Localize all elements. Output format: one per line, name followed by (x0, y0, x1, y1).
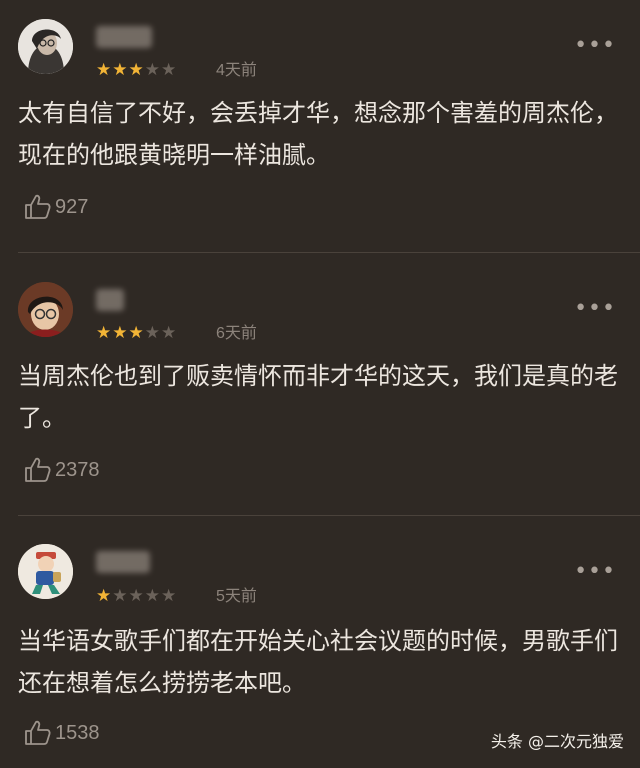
like-button[interactable]: 2378 (24, 457, 100, 483)
watermark: 头条 @二次元独爱 (490, 732, 624, 751)
like-count: 2378 (55, 458, 100, 481)
more-options-icon[interactable]: ••• (574, 561, 616, 583)
thumbs-up-icon (25, 457, 51, 482)
avatar[interactable] (18, 544, 73, 599)
comment-text: 当周杰伦也到了贩卖情怀而非才华的这天，我们是真的老了。 (18, 362, 618, 432)
like-count: 1538 (55, 721, 100, 744)
comment-card: 夏意 ★★★★★ 4天前 ••• 太有自信了不好，会丢掉才华，想念那个害羞的周杰… (0, 0, 640, 252)
star-rating: ★★★★★ (96, 323, 177, 343)
comment-date: 6天前 (216, 325, 257, 342)
thumbs-up-icon (25, 194, 51, 219)
star-rating: ★★★★★ (96, 60, 177, 80)
comment-card: Lo ★★★★★ 6天前 ••• 当周杰伦也到了贩卖情怀而非才华的这天，我们是真… (0, 253, 640, 515)
star-icon: ★ (96, 323, 113, 343)
star-icon: ★ (144, 586, 161, 606)
star-icon: ★ (128, 323, 145, 343)
comment-text: 当华语女歌手们都在开始关心社会议题的时候，男歌手们还在想着怎么捞捞老本吧。 (18, 627, 618, 697)
star-icon: ★ (144, 323, 161, 343)
user-avatar-icon (18, 282, 73, 337)
thumbs-up-icon (25, 720, 51, 745)
star-icon: ★ (112, 586, 129, 606)
avatar[interactable] (18, 282, 73, 337)
more-options-icon[interactable]: ••• (574, 35, 616, 57)
star-rating: ★★★★★ (96, 586, 177, 606)
like-count: 927 (55, 195, 89, 218)
username-blurred[interactable]: 夏意 (96, 26, 152, 48)
user-avatar-icon (18, 544, 73, 599)
like-button[interactable]: 927 (24, 194, 88, 220)
more-options-icon[interactable]: ••• (574, 298, 616, 320)
star-icon: ★ (96, 60, 113, 80)
star-icon: ★ (144, 60, 161, 80)
star-icon: ★ (161, 323, 178, 343)
comment-date: 5天前 (216, 588, 257, 605)
username-blurred[interactable]: Lo (96, 289, 124, 311)
like-button[interactable]: 1538 (24, 720, 100, 746)
star-icon: ★ (112, 60, 129, 80)
star-icon: ★ (161, 60, 178, 80)
star-icon: ★ (96, 586, 113, 606)
star-icon: ★ (161, 586, 178, 606)
star-icon: ★ (112, 323, 129, 343)
avatar[interactable] (18, 19, 73, 74)
star-icon: ★ (128, 586, 145, 606)
comment-date: 4天前 (216, 62, 257, 79)
comment-text: 太有自信了不好，会丢掉才华，想念那个害羞的周杰伦，现在的他跟黄晓明一样油腻。 (18, 99, 618, 169)
user-avatar-icon (18, 19, 73, 74)
star-icon: ★ (128, 60, 145, 80)
username-blurred[interactable]: 群克 (96, 551, 150, 573)
